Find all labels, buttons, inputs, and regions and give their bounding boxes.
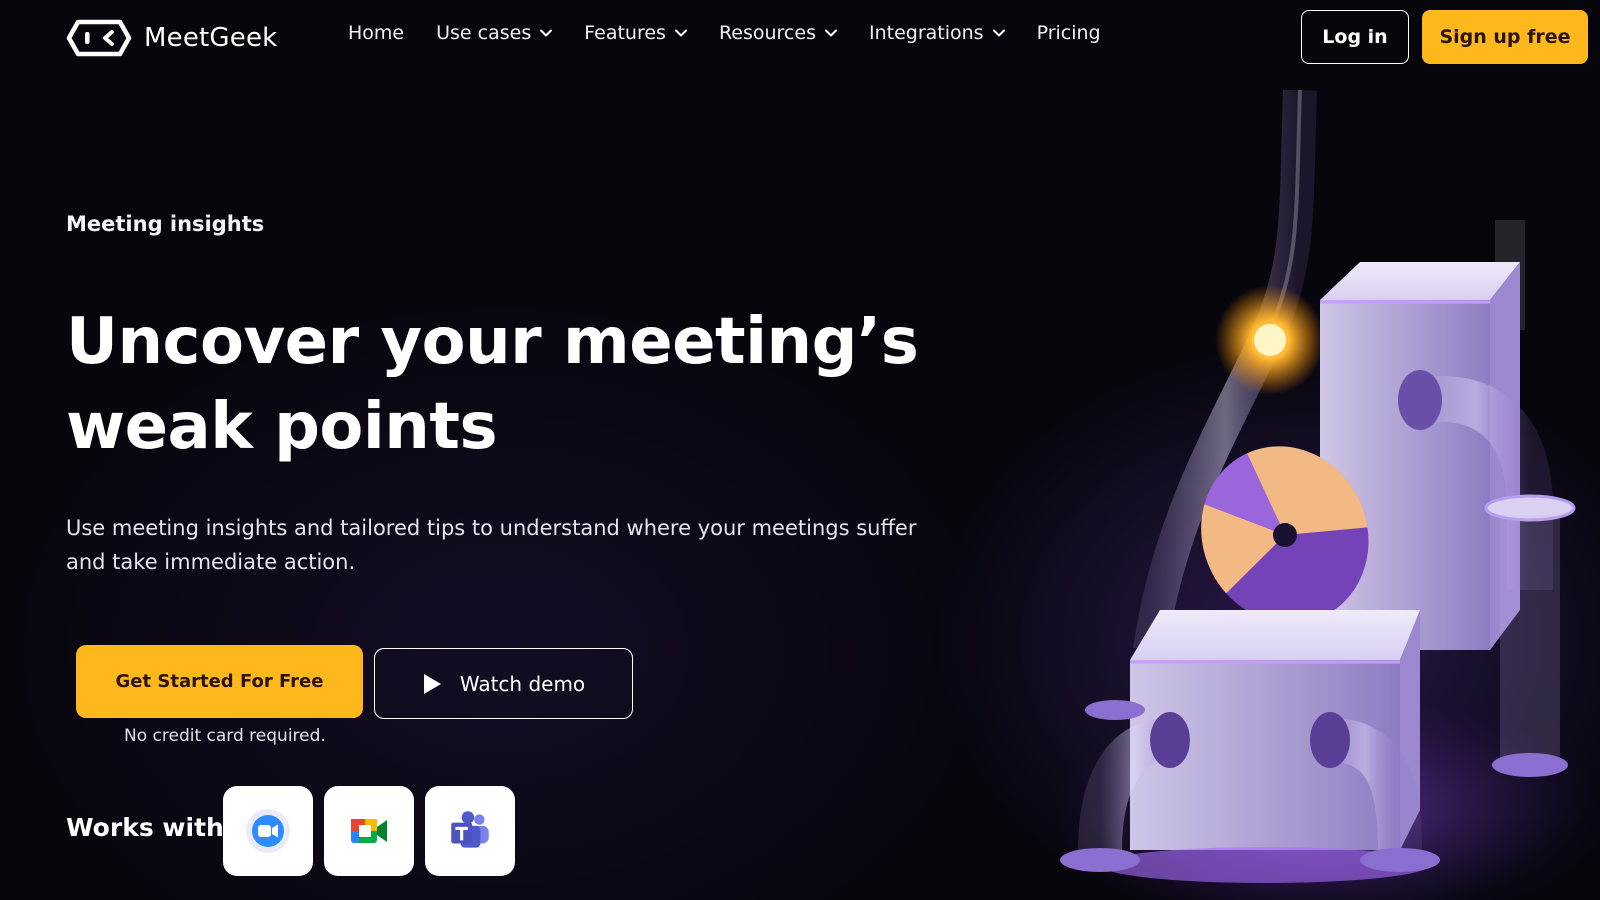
headline-line-1: Uncover your meeting’s [66,305,919,379]
no-credit-card-note: No credit card required. [124,726,326,746]
microsoft-teams-icon [451,811,489,848]
chevron-down-icon [674,29,687,37]
section-eyebrow: Meeting insights [66,212,265,236]
nav-item-label: Integrations [868,22,984,44]
login-button[interactable]: Log in [1301,10,1409,64]
nav-item-use-cases[interactable]: Use cases [436,22,553,44]
nav-item-pricing[interactable]: Pricing [1037,22,1101,44]
chevron-down-icon [540,29,553,37]
main-menu: Home Use cases Features Resources Integr… [348,22,1133,44]
nav-item-integrations[interactable]: Integrations [869,22,1005,44]
nav-item-label: Use cases [436,22,532,44]
nav-item-label: Home [348,22,405,44]
watch-demo-label: Watch demo [459,671,586,696]
chevron-down-icon [992,29,1005,37]
play-icon [423,673,441,694]
nav-item-features[interactable]: Features [584,22,687,44]
nav-item-home[interactable]: Home [348,22,404,44]
watch-demo-button[interactable]: Watch demo [374,648,633,719]
headline-line-2: weak points [66,390,498,464]
works-with-label: Works with [66,813,224,842]
hero-illustration [1060,90,1600,900]
google-meet-icon [351,819,387,843]
brand-name: MeetGeek [144,23,278,53]
nav-item-label: Resources [718,22,816,44]
microsoft-teams-tile [425,786,515,876]
zoom-tile [223,786,313,876]
top-navigation: MeetGeek Home Use cases Features Resourc… [0,0,1600,74]
brand-logo[interactable]: MeetGeek [66,18,277,58]
chevron-down-icon [824,29,837,37]
meetgeek-logo-icon [66,19,132,57]
google-meet-tile [324,786,414,876]
nav-item-label: Features [584,22,666,44]
zoom-icon [246,809,290,853]
nav-item-label: Pricing [1036,22,1101,44]
get-started-button[interactable]: Get Started For Free [76,645,363,718]
signup-button[interactable]: Sign up free [1422,10,1588,64]
hero-description: Use meeting insights and tailored tips t… [66,516,917,574]
nav-item-resources[interactable]: Resources [719,22,837,44]
hero-headline: Uncover your meeting’s weak points [66,300,1026,470]
